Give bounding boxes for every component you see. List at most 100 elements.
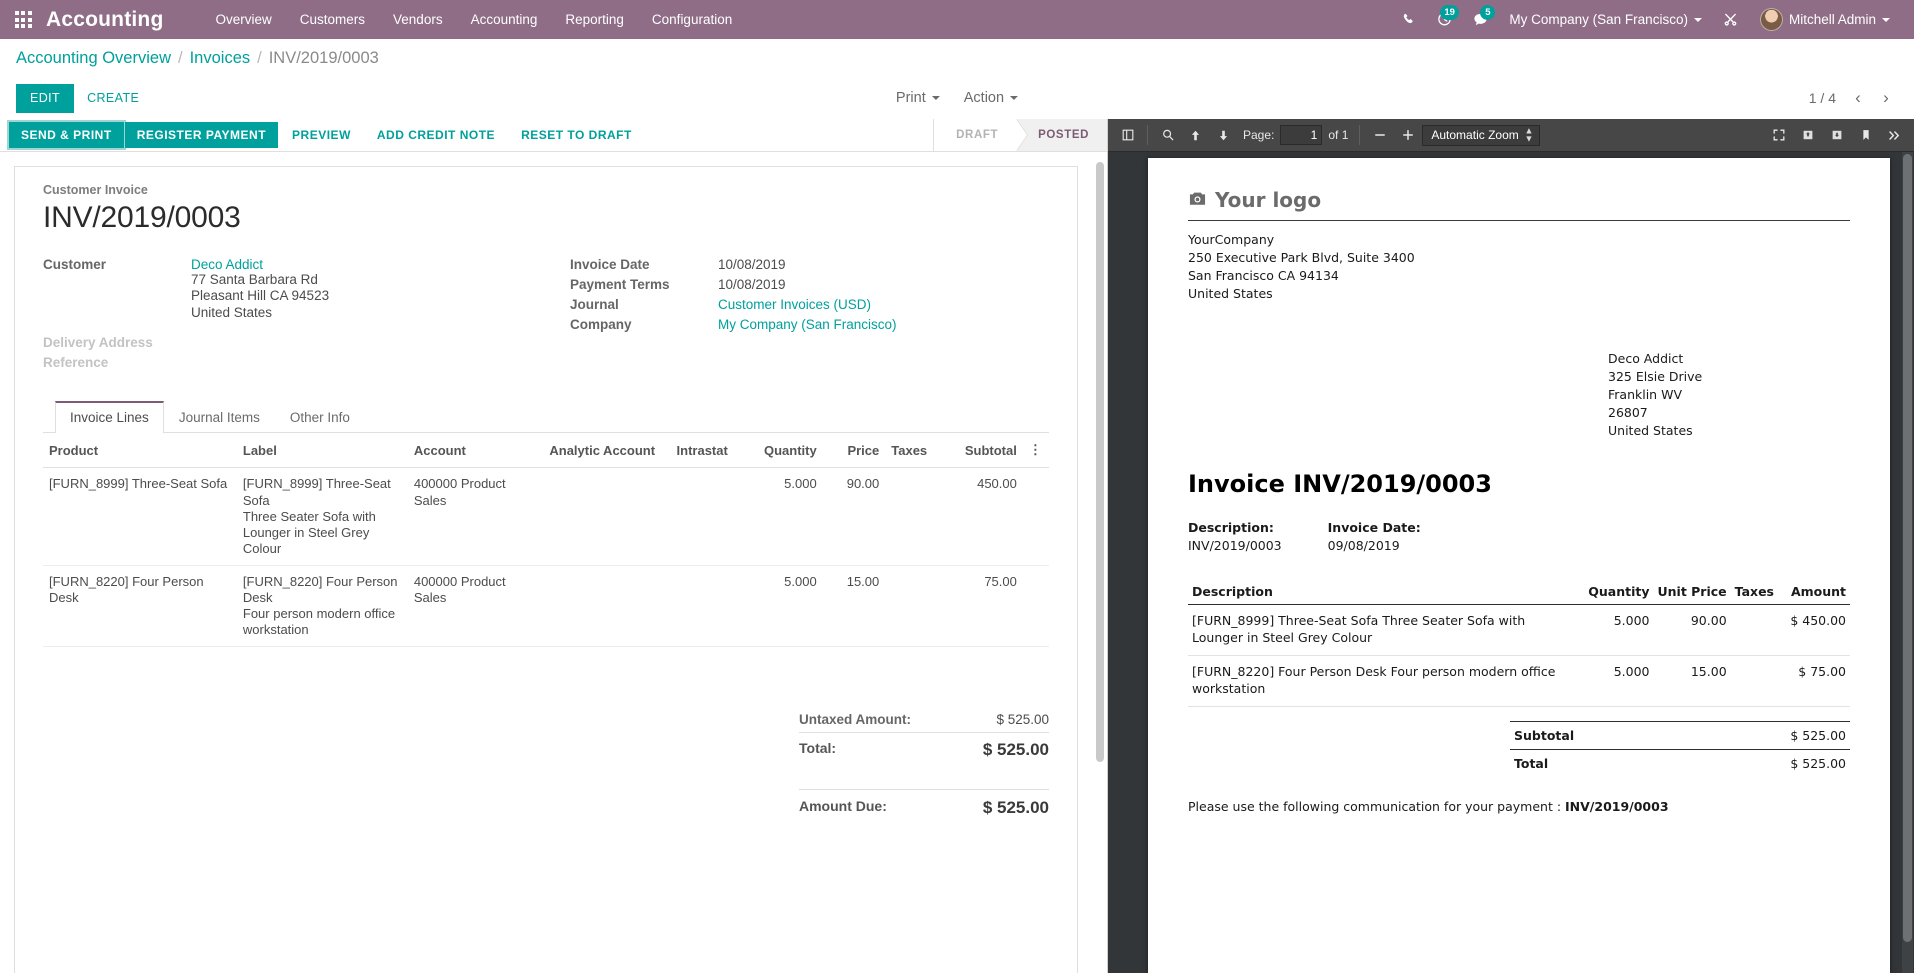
form-fields: Customer Deco Addict 77 Santa Barbara Rd… [43, 257, 1049, 375]
zoom-in-icon[interactable] [1394, 123, 1421, 148]
table-row[interactable]: [FURN_8220] Four Person Desk [FURN_8220]… [43, 565, 1049, 646]
presentation-fullscreen-icon[interactable] [1765, 123, 1792, 148]
form-scrollbar[interactable] [1096, 162, 1104, 762]
page-number-input[interactable] [1280, 125, 1322, 145]
field-company-label: Company [570, 317, 718, 332]
more-tools-double-chevron-right-icon[interactable] [1881, 123, 1908, 148]
debug-tools-icon[interactable] [1714, 0, 1748, 39]
zoom-out-icon[interactable] [1366, 123, 1393, 148]
column-label[interactable]: Label [237, 433, 408, 468]
total-value: $ 525.00 [983, 740, 1049, 760]
amount-due-value: $ 525.00 [983, 798, 1049, 818]
pdf-meta-invoice-date: Invoice Date: 09/08/2019 [1328, 520, 1421, 553]
messages-chat-icon[interactable]: 5 [1463, 0, 1497, 39]
field-customer-value[interactable]: Deco Addict [191, 257, 329, 272]
field-payment-terms-value[interactable]: 10/08/2019 [718, 277, 786, 292]
company-switcher[interactable]: My Company (San Francisco) [1499, 0, 1712, 39]
table-row[interactable]: [FURN_8999] Three-Seat Sofa [FURN_8999] … [43, 468, 1049, 566]
reset-to-draft-button[interactable]: RESET TO DRAFT [508, 119, 645, 151]
tab-journal-items[interactable]: Journal Items [164, 401, 275, 433]
field-invoice-date-label: Invoice Date [570, 257, 718, 272]
app-brand-accounting[interactable]: Accounting [46, 8, 164, 32]
column-price[interactable]: Price [823, 433, 886, 468]
menu-item-configuration[interactable]: Configuration [638, 1, 746, 38]
pdf-viewport[interactable]: Your logo YourCompany 250 Executive Park… [1108, 152, 1914, 973]
cell-product: [FURN_8999] Three-Seat Sofa [43, 468, 237, 566]
invoice-lines-table: Product Label Account Analytic Account I… [43, 433, 1049, 647]
pager-previous-icon[interactable]: ‹ [1846, 85, 1870, 111]
search-icon[interactable] [1154, 123, 1181, 148]
menu-item-vendors[interactable]: Vendors [379, 1, 457, 38]
bookmark-icon[interactable] [1852, 123, 1879, 148]
register-payment-button[interactable]: REGISTER PAYMENT [125, 122, 278, 148]
apps-grid-icon[interactable] [0, 0, 46, 39]
tab-other-info[interactable]: Other Info [275, 401, 365, 433]
zoom-level-select[interactable]: Automatic Zoom [1422, 125, 1540, 146]
cell-subtotal: 75.00 [946, 565, 1023, 646]
field-company: Company My Company (San Francisco) [570, 317, 1049, 332]
field-invoice-date-value[interactable]: 10/08/2019 [718, 257, 786, 272]
pdf-partner-city: Franklin WV [1608, 386, 1850, 404]
print-dropdown[interactable]: Print [886, 85, 950, 111]
menu-item-overview[interactable]: Overview [202, 1, 286, 38]
action-dropdown[interactable]: Action [954, 85, 1028, 111]
customer-address-line-1: 77 Santa Barbara Rd [191, 272, 329, 288]
add-credit-note-button[interactable]: ADD CREDIT NOTE [364, 119, 508, 151]
previous-page-arrow-up-icon[interactable] [1182, 123, 1209, 148]
column-intrastat[interactable]: Intrastat [671, 433, 742, 468]
column-quantity[interactable]: Quantity [741, 433, 822, 468]
breadcrumb-item-accounting-overview[interactable]: Accounting Overview [16, 49, 171, 68]
notebook-tabs: Invoice Lines Journal Items Other Info [43, 401, 1049, 433]
pdf-cell-taxes [1731, 605, 1778, 656]
pdf-total-value: $ 525.00 [1686, 749, 1850, 777]
stage-draft[interactable]: DRAFT [934, 119, 1016, 151]
pdf-column-description: Description [1188, 579, 1581, 605]
top-navbar: Accounting Overview Customers Vendors Ac… [0, 0, 1914, 39]
column-subtotal[interactable]: Subtotal [946, 433, 1023, 468]
open-file-icon[interactable] [1794, 123, 1821, 148]
pdf-scrollbar[interactable] [1902, 152, 1913, 973]
menu-item-reporting[interactable]: Reporting [551, 1, 638, 38]
optional-columns-toggle-icon[interactable]: ⋮ [1023, 433, 1049, 468]
customer-address-line-3: United States [191, 305, 329, 321]
pdf-scrollbar-thumb[interactable] [1903, 154, 1912, 942]
pager-next-icon[interactable]: › [1874, 85, 1898, 111]
preview-button[interactable]: PREVIEW [279, 119, 364, 151]
pdf-subtotal-row: Subtotal $ 525.00 [1510, 721, 1850, 749]
field-company-value[interactable]: My Company (San Francisco) [718, 317, 897, 332]
send-and-print-button[interactable]: SEND & PRINT [9, 122, 124, 148]
field-invoice-date: Invoice Date 10/08/2019 [570, 257, 1049, 272]
column-taxes[interactable]: Taxes [885, 433, 945, 468]
create-button[interactable]: CREATE [74, 85, 152, 111]
field-journal-value[interactable]: Customer Invoices (USD) [718, 297, 871, 312]
column-product[interactable]: Product [43, 433, 237, 468]
next-page-arrow-down-icon[interactable] [1210, 123, 1237, 148]
user-menu[interactable]: Mitchell Admin [1750, 0, 1900, 39]
chevron-down-icon [1010, 96, 1018, 100]
pdf-meta-description-key: Description: [1188, 520, 1282, 535]
stage-posted[interactable]: POSTED [1016, 119, 1107, 151]
company-switcher-label: My Company (San Francisco) [1509, 12, 1688, 27]
pdf-meta-block: Description: INV/2019/0003 Invoice Date:… [1188, 520, 1850, 553]
activity-clock-icon[interactable]: 19 [1427, 0, 1461, 39]
pdf-cell-taxes [1731, 655, 1778, 706]
pdf-meta-invoice-date-key: Invoice Date: [1328, 520, 1421, 535]
column-analytic-account[interactable]: Analytic Account [543, 433, 670, 468]
sidebar-toggle-icon[interactable] [1114, 123, 1141, 148]
field-payment-terms-label: Payment Terms [570, 277, 718, 292]
cell-taxes [885, 468, 945, 566]
pdf-toolbar: Page: of 1 Automatic Zoom ▲▼ [1108, 119, 1914, 152]
pdf-cell-amount: $ 450.00 [1778, 605, 1850, 656]
menu-item-accounting[interactable]: Accounting [457, 1, 552, 38]
tab-invoice-lines[interactable]: Invoice Lines [55, 401, 164, 433]
edit-button[interactable]: EDIT [16, 84, 74, 113]
download-save-icon[interactable] [1823, 123, 1850, 148]
invoice-totals: Untaxed Amount: $ 525.00 Total: $ 525.00… [799, 707, 1049, 823]
menu-item-customers[interactable]: Customers [286, 1, 379, 38]
pdf-viewer-pane: Page: of 1 Automatic Zoom ▲▼ [1107, 119, 1914, 973]
breadcrumb-item-invoices[interactable]: Invoices [190, 49, 251, 68]
phone-icon[interactable] [1391, 0, 1425, 39]
column-account[interactable]: Account [408, 433, 544, 468]
pdf-totals-holder: Subtotal $ 525.00 Total $ 525.00 [1188, 707, 1850, 777]
total-untaxed-row: Untaxed Amount: $ 525.00 [799, 707, 1049, 732]
